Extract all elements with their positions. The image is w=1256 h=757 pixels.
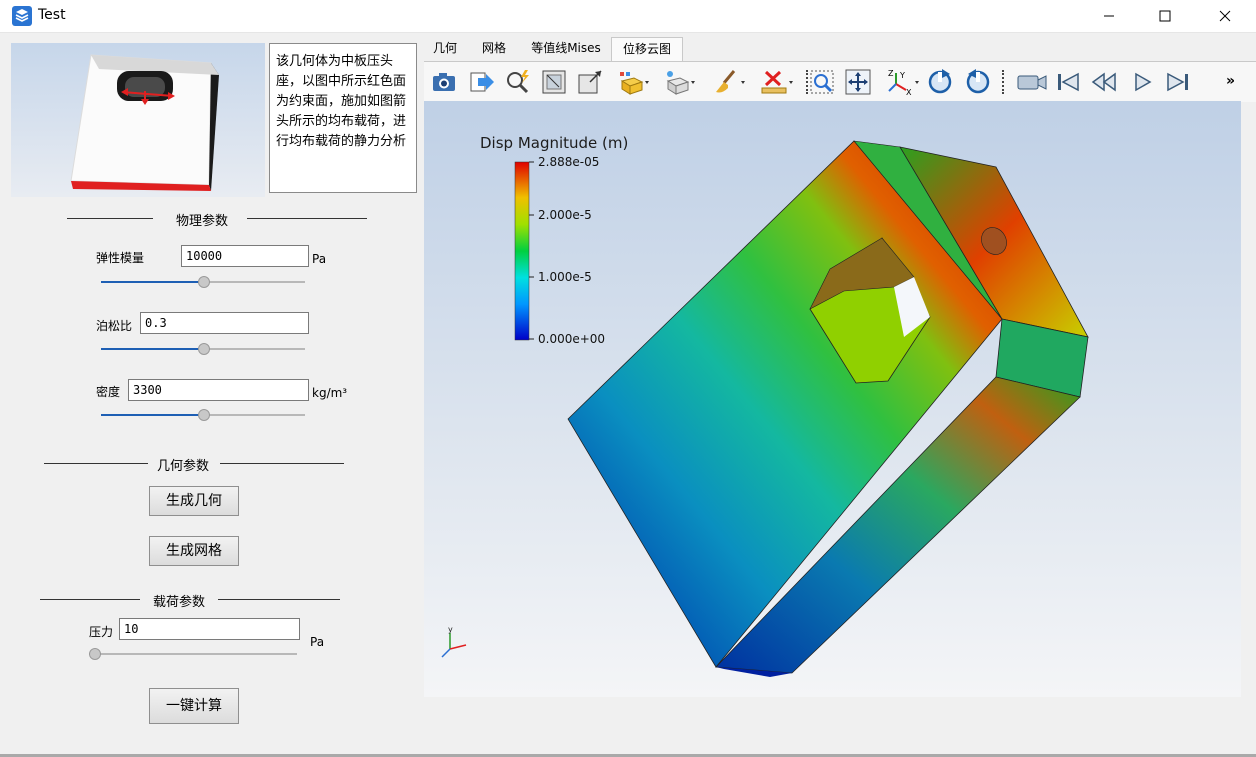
- generate-geometry-button[interactable]: 生成几何: [149, 486, 239, 516]
- toolbar-separator: [1002, 70, 1005, 94]
- density-label: 密度: [96, 385, 121, 399]
- generate-mesh-button[interactable]: 生成网格: [149, 536, 239, 566]
- pressure-label: 压力: [89, 625, 114, 639]
- prev-frame-icon[interactable]: [1090, 68, 1118, 96]
- legend-title: Disp Magnitude (m): [480, 134, 628, 152]
- title-bar: Test: [0, 0, 1256, 33]
- fit-view-icon[interactable]: [540, 68, 568, 96]
- camera-icon[interactable]: [430, 68, 458, 96]
- svg-text:Z: Z: [888, 69, 894, 78]
- rotate-ccw-icon[interactable]: [964, 68, 992, 96]
- description-text: 该几何体为中板压头座，以图中所示红色面为约束面，施加如图箭头所示的均布载荷，进行…: [269, 43, 417, 193]
- toolbar: YX Z »: [424, 61, 1256, 102]
- elastic-modulus-slider[interactable]: [101, 276, 305, 288]
- elastic-modulus-input[interactable]: 10000: [181, 245, 309, 267]
- rotate-cw-icon[interactable]: [926, 68, 954, 96]
- 3d-viewport[interactable]: Disp Magnitude (m) 2.888e-05 2.000e-5 1.…: [424, 101, 1241, 697]
- pressure-slider[interactable]: [89, 648, 297, 660]
- play-icon[interactable]: [1128, 68, 1156, 96]
- export-icon[interactable]: [468, 68, 496, 96]
- poisson-ratio-label: 泊松比: [96, 319, 133, 333]
- brush-icon[interactable]: [712, 68, 745, 96]
- geometry-group-header: 几何参数: [44, 455, 344, 474]
- displacement-model: Disp Magnitude (m) 2.888e-05 2.000e-5 1.…: [441, 134, 1089, 677]
- tab-geometry[interactable]: 几何: [423, 37, 467, 61]
- box-view-icon[interactable]: [576, 68, 604, 96]
- density-input[interactable]: 3300: [128, 379, 309, 401]
- compute-button[interactable]: 一键计算: [149, 688, 239, 724]
- app-icon: [12, 6, 32, 26]
- window-title: Test: [38, 7, 66, 23]
- pressure-input[interactable]: 10: [119, 618, 300, 640]
- axes-icon[interactable]: YX Z: [886, 68, 919, 97]
- parameter-panel: 该几何体为中板压头座，以图中所示红色面为约束面，施加如图箭头所示的均布载荷，进行…: [1, 33, 421, 755]
- toolbar-overflow-icon[interactable]: »: [1226, 73, 1235, 89]
- physics-group-header: 物理参数: [67, 210, 367, 229]
- divider: [220, 463, 344, 464]
- zoom-box-icon[interactable]: [808, 68, 836, 96]
- elastic-modulus-label: 弹性模量: [96, 251, 145, 265]
- minimize-button[interactable]: [1086, 0, 1132, 32]
- divider: [44, 463, 148, 464]
- svg-text:y: y: [448, 625, 453, 634]
- legend-tick-label: 0.000e+00: [538, 332, 605, 346]
- elastic-modulus-unit: Pa: [312, 252, 327, 266]
- density-slider[interactable]: [101, 409, 305, 421]
- physics-group-title: 物理参数: [175, 214, 228, 229]
- poisson-ratio-input[interactable]: 0.3: [140, 312, 309, 334]
- geometry-preview-image: [11, 43, 265, 197]
- pan-icon[interactable]: [844, 68, 872, 96]
- pressure-unit: Pa: [310, 635, 325, 649]
- legend-tick-label: 1.000e-5: [538, 270, 592, 284]
- svg-text:Y: Y: [899, 71, 905, 80]
- divider: [67, 218, 153, 219]
- camera-record-icon[interactable]: [1016, 68, 1047, 96]
- tab-mesh[interactable]: 网格: [467, 37, 521, 61]
- density-unit: kg/m³: [312, 386, 348, 400]
- divider: [40, 599, 140, 600]
- probe-icon[interactable]: [504, 68, 532, 96]
- divider: [218, 599, 340, 600]
- divider: [247, 218, 367, 219]
- legend-tick-label: 2.888e-05: [538, 155, 599, 169]
- geometry-group-title: 几何参数: [156, 459, 209, 474]
- last-frame-icon[interactable]: [1164, 68, 1192, 96]
- load-group-header: 载荷参数: [40, 591, 340, 610]
- display-style2-icon[interactable]: [662, 68, 695, 96]
- clear-icon[interactable]: [760, 68, 793, 96]
- svg-text:X: X: [906, 88, 912, 96]
- tab-mises[interactable]: 等值线Mises: [521, 37, 611, 61]
- load-group-title: 载荷参数: [152, 595, 205, 610]
- legend-color-bar: [514, 161, 530, 341]
- close-button[interactable]: [1202, 0, 1248, 32]
- maximize-button[interactable]: [1142, 0, 1188, 32]
- display-style-icon[interactable]: [616, 68, 649, 96]
- legend-tick-label: 2.000e-5: [538, 208, 592, 222]
- first-frame-icon[interactable]: [1054, 68, 1082, 96]
- tab-displacement[interactable]: 位移云图: [611, 37, 683, 62]
- poisson-ratio-slider[interactable]: [101, 343, 305, 355]
